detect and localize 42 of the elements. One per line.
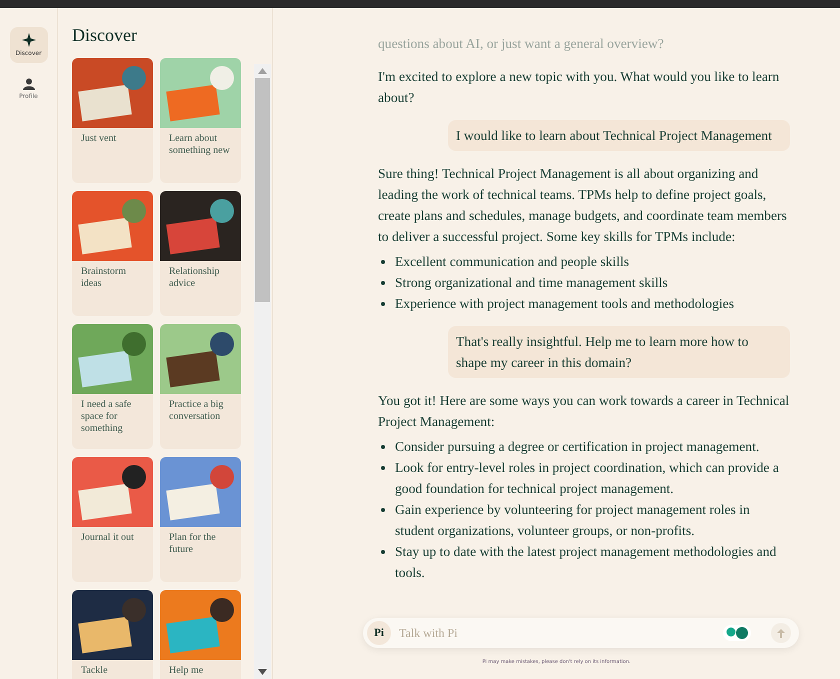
topic-card[interactable]: Practice a big conversation	[160, 324, 241, 449]
list-item: Look for entry-level roles in project coordination, which can provide a good foundation for technical project management.	[395, 459, 780, 498]
message-input[interactable]: Talk with Pi	[397, 624, 717, 642]
topic-card[interactable]: Journal it out	[72, 457, 153, 582]
bullet-icon	[381, 445, 385, 449]
list-item: Excellent communication and people skills	[395, 253, 630, 271]
scroll-down-icon[interactable]	[258, 669, 267, 675]
list-item: Consider pursuing a degree or certification in project management.	[395, 438, 760, 456]
list-item: Gain experience by volunteering for project management roles in student organizations, volunteer groups, or non-profits.	[395, 501, 751, 540]
bullet-icon	[381, 260, 385, 264]
bullet-icon	[381, 550, 385, 554]
list-item: Stay up to date with the latest project management methodologies and tools.	[395, 543, 778, 582]
scrollbar[interactable]	[254, 64, 271, 679]
scroll-up-icon[interactable]	[258, 68, 267, 74]
extension-icon	[723, 625, 751, 641]
topic-card[interactable]: Learn about something new	[160, 58, 241, 183]
topic-card[interactable]: Brainstorm ideas	[72, 191, 153, 316]
list-item: Experience with project management tools and methodologies	[395, 295, 734, 313]
person-icon	[22, 78, 34, 90]
discover-title: Discover	[72, 24, 138, 46]
user-message: I would like to learn about Technical Project Management	[448, 120, 790, 151]
topic-card[interactable]: Just vent	[72, 58, 153, 183]
message-text: questions about AI, or just want a general overview?	[378, 35, 665, 53]
sparkle-icon	[22, 33, 36, 47]
user-message: That's really insightful. Help me to learn more how to shape my career in this domain?	[448, 326, 790, 378]
bullet-icon	[381, 281, 385, 285]
send-button[interactable]	[771, 623, 791, 643]
message-text: Sure thing! Technical Project Management is all about organizing and leading the work of technical teams. TPMs help to define project goals, create plans and schedules, manage budgets, and coordinate team members to deliver a successful project. Some key skills for TPMs include:	[378, 165, 788, 246]
message-text: You got it! Here are some ways you can work towards a career in Technical Project Management:	[378, 392, 790, 431]
arrow-up-icon	[777, 628, 785, 638]
topic-card[interactable]: Plan for the future	[160, 457, 241, 582]
topic-card[interactable]: Help me	[160, 590, 241, 679]
chat-input-bar[interactable]: Pi Talk with Pi	[363, 618, 799, 648]
list-item: Strong organizational and time management skills	[395, 274, 668, 292]
pi-logo: Pi	[367, 621, 391, 645]
bullet-icon	[381, 302, 385, 306]
bullet-icon	[381, 466, 385, 470]
topic-card[interactable]: Tackle	[72, 590, 153, 679]
message-text: I'm excited to explore a new topic with you. What would you like to learn about?	[378, 68, 780, 107]
topic-card[interactable]: Relationship advice	[160, 191, 241, 316]
topic-card[interactable]: I need a safe space for something	[72, 324, 153, 449]
bullet-icon	[381, 508, 385, 512]
